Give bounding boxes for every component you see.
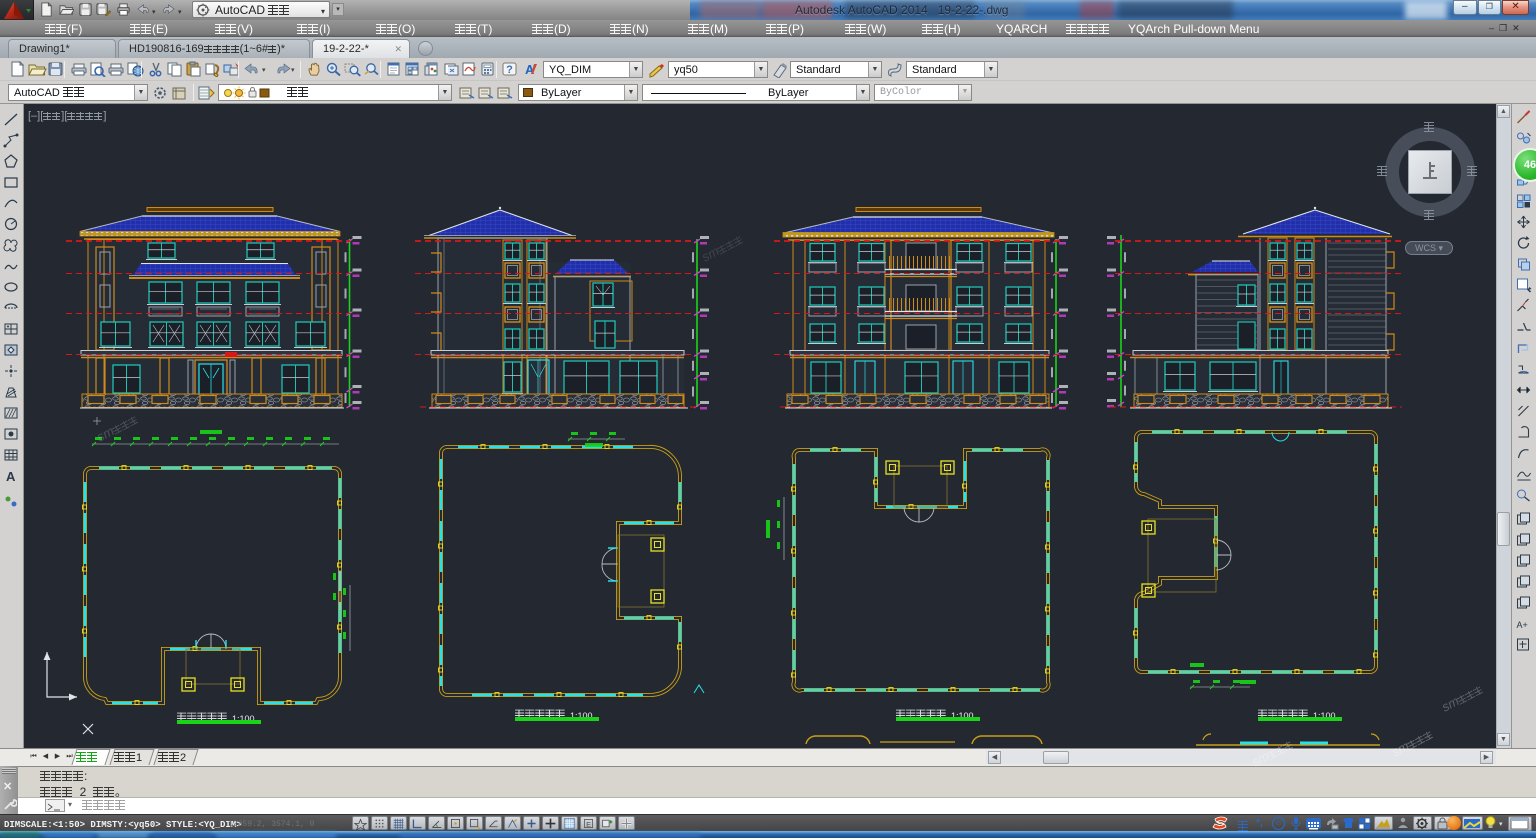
svg-text:A+: A+ [1517, 620, 1528, 630]
svg-text:?: ? [506, 64, 513, 76]
svg-text:A: A [6, 469, 16, 484]
svg-text:E: E [586, 820, 591, 829]
